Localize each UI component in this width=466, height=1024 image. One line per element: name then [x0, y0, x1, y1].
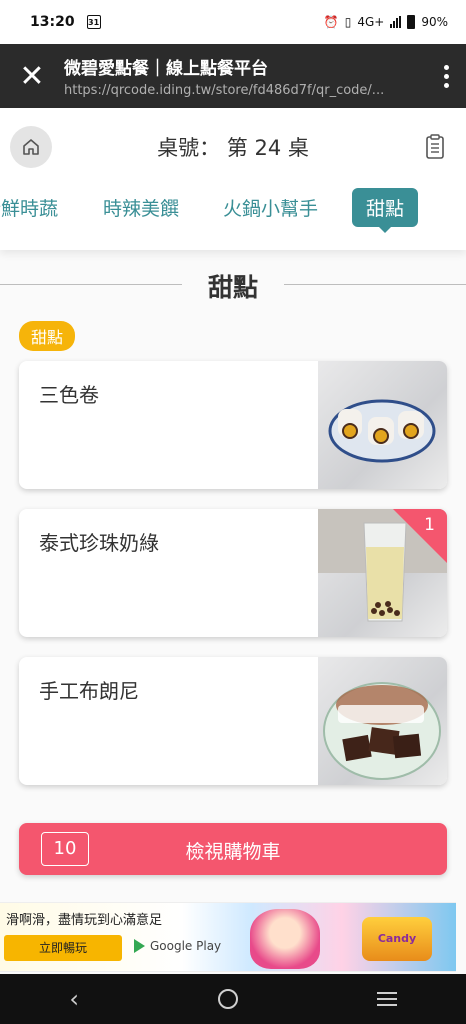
- category-tabs: 新鮮時蔬 時辣美饌 火鍋小幫手 甜點: [0, 188, 466, 236]
- network-type: 4G+: [357, 15, 385, 29]
- recents-icon[interactable]: [376, 992, 397, 1006]
- ad-text: 滑啊滑，盡情玩到心滿意足: [6, 913, 163, 928]
- google-play-icon: [134, 939, 145, 953]
- order-list-icon[interactable]: [424, 134, 446, 160]
- item-photo: [318, 361, 447, 489]
- page-title: 微碧愛點餐｜線上點餐平台: [64, 59, 268, 79]
- ad-character-image: [250, 909, 320, 969]
- divider: [284, 284, 466, 285]
- tab-dessert[interactable]: 甜點: [352, 188, 419, 233]
- rolls-photo-icon: [328, 399, 436, 463]
- ad-banner[interactable]: 滑啊滑，盡情玩到心滿意足 立即暢玩 Google Play Candy Crus…: [0, 902, 456, 1024]
- table-number: 桌號： 第 24 桌: [0, 132, 466, 162]
- vibrate-icon: ▯: [344, 15, 352, 29]
- app-header: 桌號： 第 24 桌 新鮮時蔬 時辣美饌 火鍋小幫手 甜點: [0, 108, 466, 250]
- category-badge: 甜點: [19, 321, 76, 351]
- brownie-photo-icon: [323, 682, 441, 780]
- tab-fresh-vegetables[interactable]: 新鮮時蔬: [0, 194, 58, 221]
- status-time: 13:20: [30, 14, 75, 30]
- status-indicators: ⏰ ▯ 4G+ 90%: [324, 15, 448, 29]
- google-play-badge[interactable]: Google Play: [134, 939, 221, 953]
- close-icon[interactable]: ✕: [0, 44, 64, 108]
- view-cart-button[interactable]: 10 檢視購物車: [19, 823, 447, 875]
- item-photo: [318, 657, 447, 785]
- cart-label: 檢視購物車: [185, 841, 281, 863]
- system-nav-bar: ‹: [0, 974, 466, 1024]
- item-name: 三色卷: [39, 383, 99, 407]
- battery-icon: [407, 15, 416, 29]
- calendar-icon: 31: [86, 15, 101, 29]
- ad-play-button[interactable]: 立即暢玩: [4, 935, 122, 961]
- item-name: 手工布朗尼: [39, 679, 139, 703]
- section-header: 甜點: [0, 266, 466, 306]
- home-nav-icon[interactable]: [217, 989, 238, 1009]
- table-value: 第 24 桌: [226, 136, 309, 160]
- table-label: 桌號：: [157, 136, 221, 160]
- tab-hotpot-helper[interactable]: 火鍋小幫手: [223, 194, 318, 221]
- tab-spicy-dishes[interactable]: 時辣美饌: [103, 194, 179, 221]
- game-logo: Candy Crush SAGA: [362, 917, 432, 1024]
- status-bar: 13:20 31 ⏰ ▯ 4G+ 90%: [0, 0, 466, 44]
- more-vert-icon[interactable]: [426, 44, 466, 108]
- alarm-icon: ⏰: [323, 15, 339, 29]
- signal-icon: [390, 16, 402, 28]
- battery-level: 90%: [421, 15, 448, 29]
- item-quantity: 1: [424, 515, 435, 535]
- section-title: 甜點: [207, 273, 258, 302]
- google-play-label: Google Play: [150, 939, 222, 953]
- menu-item-card[interactable]: 三色卷: [19, 361, 447, 489]
- menu-item-card[interactable]: 泰式珍珠奶綠 1: [19, 509, 447, 637]
- browser-toolbar: ✕ 微碧愛點餐｜線上點餐平台 https://qrcode.iding.tw/s…: [0, 44, 466, 108]
- back-icon[interactable]: ‹: [69, 985, 79, 1013]
- menu-item-card[interactable]: 手工布朗尼: [19, 657, 447, 785]
- url-block[interactable]: 微碧愛點餐｜線上點餐平台 https://qrcode.iding.tw/sto…: [64, 54, 426, 98]
- quantity-flag: [393, 509, 447, 563]
- item-name: 泰式珍珠奶綠: [39, 531, 159, 555]
- page-url: https://qrcode.iding.tw/store/fd486d7f/q…: [64, 83, 385, 98]
